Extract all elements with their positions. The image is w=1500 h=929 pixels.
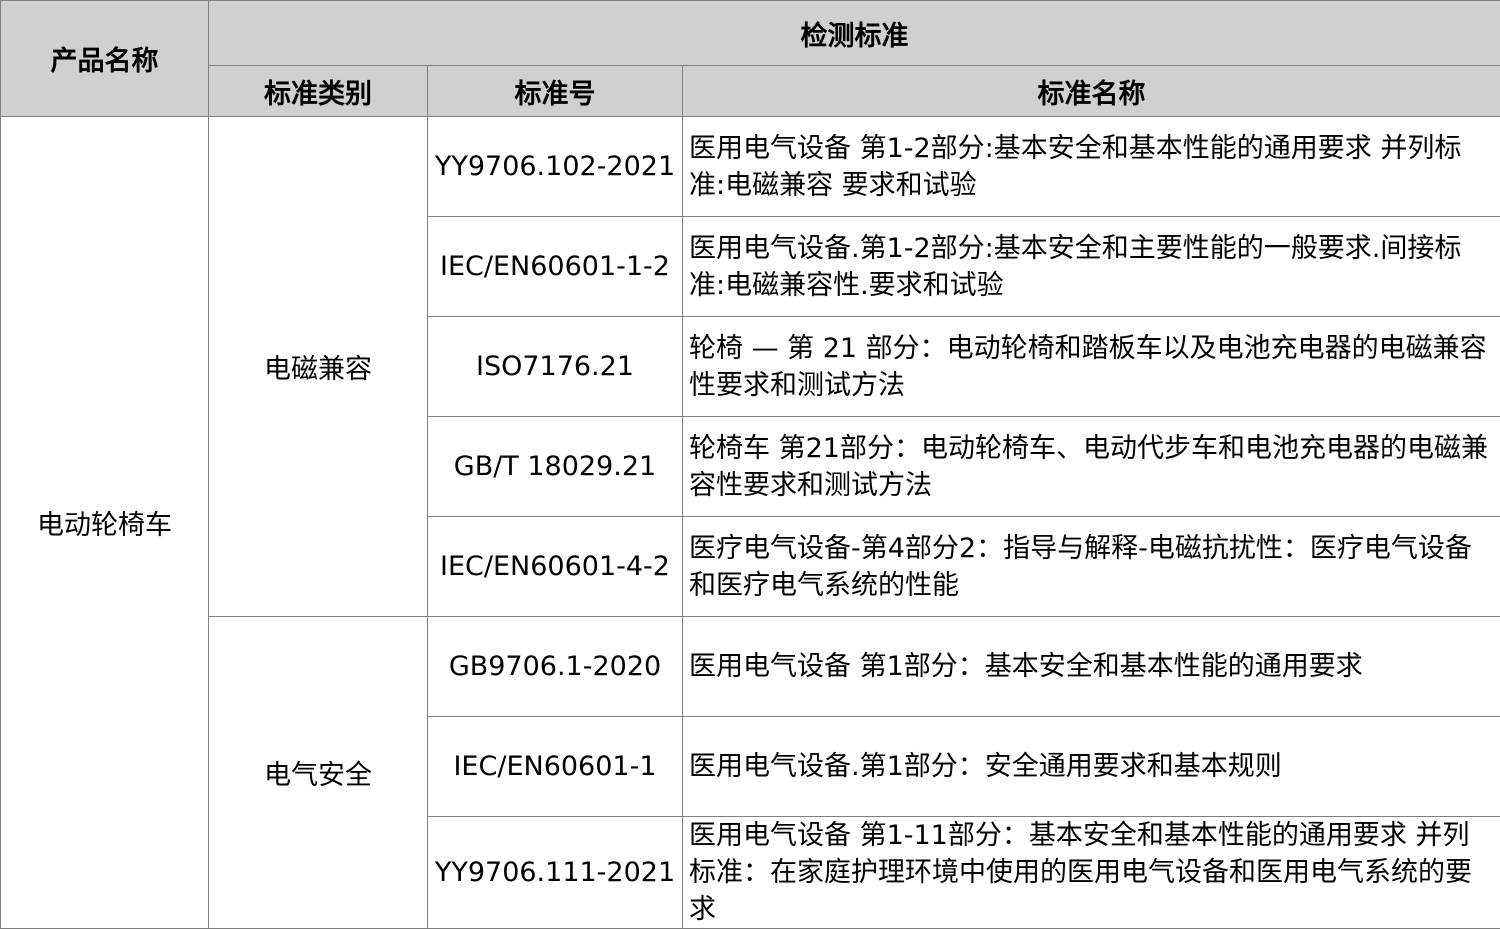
standard-name-cell: 医用电气设备 第1部分：基本安全和基本性能的通用要求 (683, 617, 1500, 717)
header-test-standard: 检测标准 (209, 1, 1500, 66)
standard-number-cell: YY9706.102-2021 (428, 117, 683, 217)
standard-name-cell: 医用电气设备.第1部分：安全通用要求和基本规则 (683, 717, 1500, 817)
header-standard-number: 标准号 (428, 66, 683, 117)
header-product-name: 产品名称 (1, 1, 209, 117)
standard-number-cell: IEC/EN60601-1-2 (428, 217, 683, 317)
standard-name-cell: 医用电气设备.第1-2部分:基本安全和主要性能的一般要求.间接标准:电磁兼容性.… (683, 217, 1500, 317)
product-cell: 电动轮椅车 (1, 117, 209, 929)
standard-number-cell: YY9706.111-2021 (428, 817, 683, 929)
table-row: 电气安全 GB9706.1-2020 医用电气设备 第1部分：基本安全和基本性能… (1, 617, 1500, 717)
category-cell-emc: 电磁兼容 (209, 117, 428, 617)
standards-table: 产品名称 检测标准 标准类别 标准号 标准名称 电动轮椅车 电磁兼容 YY970… (0, 0, 1500, 929)
standard-number-cell: GB/T 18029.21 (428, 417, 683, 517)
header-standard-name: 标准名称 (683, 66, 1500, 117)
standard-name-cell: 轮椅车 第21部分：电动轮椅车、电动代步车和电池充电器的电磁兼容性要求和测试方法 (683, 417, 1500, 517)
standard-number-cell: GB9706.1-2020 (428, 617, 683, 717)
standard-name-cell: 医疗电气设备-第4部分2：指导与解释-电磁抗扰性：医疗电气设备和医疗电气系统的性… (683, 517, 1500, 617)
standard-number-cell: IEC/EN60601-4-2 (428, 517, 683, 617)
standard-name-cell: 轮椅 — 第 21 部分：电动轮椅和踏板车以及电池充电器的电磁兼容性要求和测试方… (683, 317, 1500, 417)
standard-number-cell: IEC/EN60601-1 (428, 717, 683, 817)
standard-name-cell: 医用电气设备 第1-11部分：基本安全和基本性能的通用要求 并列标准：在家庭护理… (683, 817, 1500, 929)
standard-name-cell: 医用电气设备 第1-2部分:基本安全和基本性能的通用要求 并列标准:电磁兼容 要… (683, 117, 1500, 217)
header-standard-category: 标准类别 (209, 66, 428, 117)
category-cell-electrical-safety: 电气安全 (209, 617, 428, 929)
standard-number-cell: ISO7176.21 (428, 317, 683, 417)
table-row: 电动轮椅车 电磁兼容 YY9706.102-2021 医用电气设备 第1-2部分… (1, 117, 1500, 217)
